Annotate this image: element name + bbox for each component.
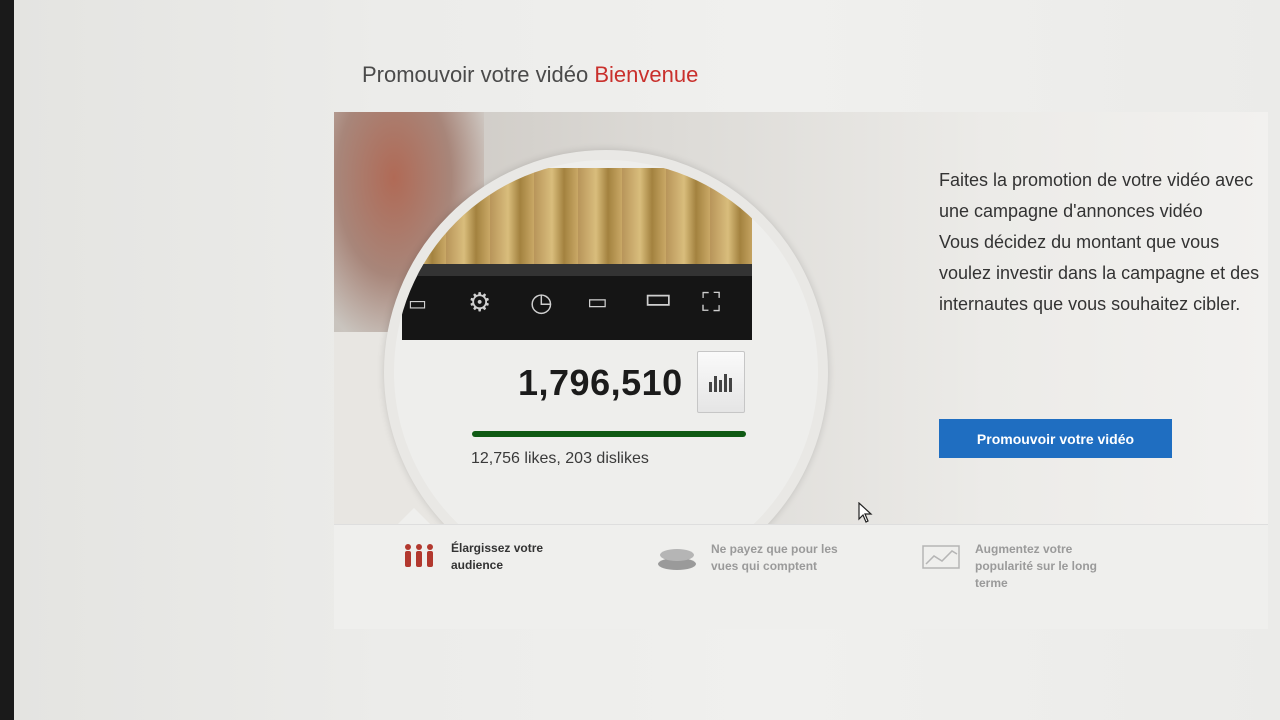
- bar-chart-icon: [709, 374, 732, 392]
- monitor-bezel: [0, 0, 14, 720]
- page-title-accent: Bienvenue: [594, 62, 699, 87]
- feature-3-text: Augmentez votre popularité sur le long t…: [975, 542, 1098, 590]
- captions-icon[interactable]: ▭: [408, 288, 427, 318]
- coins-icon: [658, 549, 696, 570]
- growth-chart-icon: [922, 545, 960, 569]
- like-dislike-bar: [472, 431, 746, 437]
- large-player-icon[interactable]: ▭: [644, 284, 672, 314]
- view-count: 1,796,510: [518, 362, 683, 403]
- small-player-icon[interactable]: ▭: [587, 288, 608, 318]
- page-title-main: Promouvoir votre vidéo: [362, 62, 589, 87]
- people-icon: [405, 544, 433, 567]
- mouse-cursor-icon: [858, 502, 873, 523]
- page-title: Promouvoir votre vidéo Bienvenue: [362, 62, 698, 88]
- promo-description: Faites la promotion de votre vidéo avec …: [939, 165, 1269, 320]
- promote-video-button[interactable]: Promouvoir votre vidéo: [939, 419, 1172, 458]
- progress-strip: [402, 264, 752, 276]
- stats-button[interactable]: [697, 351, 745, 413]
- feature-2-text: Ne payez que pour les vues qui comptent: [711, 542, 838, 573]
- promo-line-2: Vous décidez du montant que vous voulez …: [939, 232, 1260, 314]
- likes-text: 12,756 likes, 203 dislikes: [471, 450, 649, 467]
- magnifier-pointer: [398, 508, 430, 524]
- watch-later-clock-icon[interactable]: ◷: [530, 288, 553, 318]
- player-control-bar: ▭ ⚙ ◷ ▭ ▭ ⛶: [402, 264, 752, 340]
- video-frame: [402, 168, 752, 272]
- feature-1-text: Élargissez votre audience: [451, 541, 544, 572]
- promo-line-1: Faites la promotion de votre vidéo avec …: [939, 170, 1254, 221]
- fullscreen-icon[interactable]: ⛶: [702, 288, 720, 318]
- settings-gear-icon[interactable]: ⚙: [468, 288, 491, 318]
